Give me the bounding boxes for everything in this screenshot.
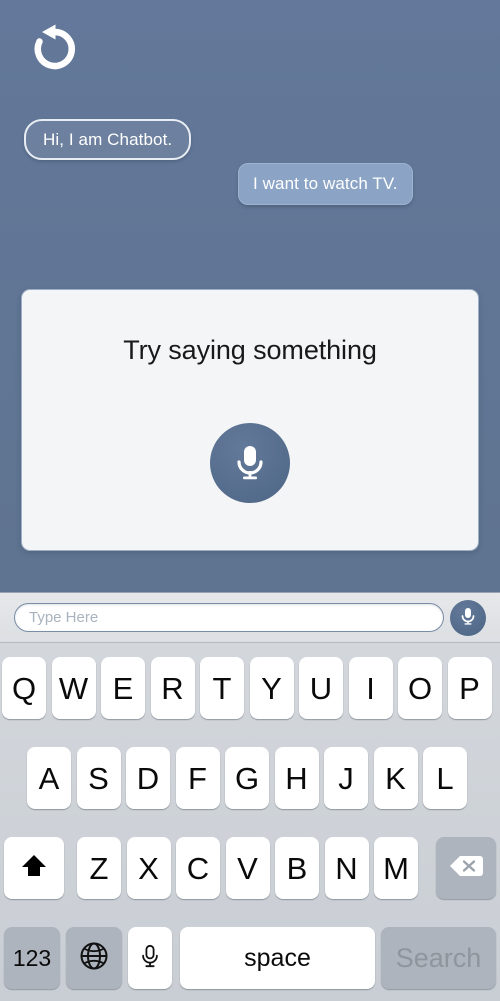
microphone-icon <box>458 605 478 630</box>
key-label: Q <box>11 670 37 706</box>
key-k[interactable]: K <box>373 747 418 809</box>
key-label: Z <box>89 850 109 886</box>
key-s[interactable]: S <box>76 747 121 809</box>
reset-button[interactable] <box>26 20 84 78</box>
key-search-label: Search <box>395 942 482 973</box>
key-d[interactable]: D <box>126 747 170 809</box>
keyboard-row-3: ZXCVBNM <box>0 837 500 899</box>
key-label: E <box>112 670 134 706</box>
keyboard-row-4: 123 space Search <box>0 927 500 989</box>
key-backspace[interactable] <box>436 837 496 899</box>
key-label: M <box>383 850 409 886</box>
globe-icon <box>79 941 109 976</box>
key-label: D <box>136 760 160 796</box>
microphone-icon <box>230 440 270 487</box>
key-label: B <box>286 850 308 886</box>
key-label: F <box>188 760 207 796</box>
key-label: G <box>234 760 260 796</box>
key-y[interactable]: Y <box>249 657 294 719</box>
chat-bubble-user: I want to watch TV. <box>238 163 413 205</box>
chat-bubble-bot: Hi, I am Chatbot. <box>24 119 192 160</box>
key-q[interactable]: Q <box>2 657 46 719</box>
key-numbers[interactable]: 123 <box>4 927 60 989</box>
key-label: I <box>366 670 375 706</box>
key-label: R <box>161 670 184 706</box>
key-label: V <box>237 850 258 886</box>
key-o[interactable]: O <box>398 657 442 719</box>
input-mic-button[interactable] <box>450 599 486 636</box>
key-shift[interactable] <box>4 837 64 899</box>
keyboard-row-2: ASDFGHJKL <box>0 747 500 809</box>
key-v[interactable]: V <box>225 837 270 899</box>
microphone-icon <box>138 941 162 976</box>
key-search[interactable]: Search <box>381 927 496 989</box>
keyboard-row-1: QWERTYUIOP <box>0 657 500 719</box>
key-space-label: space <box>244 943 311 972</box>
key-label: C <box>186 850 210 886</box>
voice-card-mic-button[interactable] <box>210 423 290 503</box>
key-label: X <box>138 850 159 886</box>
key-l[interactable]: L <box>423 747 467 809</box>
key-label: N <box>335 850 358 886</box>
key-label: K <box>385 760 406 796</box>
key-c[interactable]: C <box>176 837 220 899</box>
key-h[interactable]: H <box>274 747 319 809</box>
voice-input-card: Try saying something <box>21 289 479 551</box>
key-w[interactable]: W <box>51 657 96 719</box>
chat-area: Hi, I am Chatbot. I want to watch TV. Tr… <box>0 0 500 592</box>
text-input[interactable] <box>14 603 444 632</box>
key-b[interactable]: B <box>275 837 319 899</box>
key-dictation-mic[interactable] <box>128 927 172 989</box>
key-z[interactable]: Z <box>77 837 121 899</box>
key-j[interactable]: J <box>324 747 368 809</box>
key-e[interactable]: E <box>101 657 145 719</box>
key-label: J <box>338 760 354 796</box>
key-n[interactable]: N <box>324 837 369 899</box>
key-i[interactable]: I <box>348 657 393 719</box>
key-label: H <box>285 760 308 796</box>
key-p[interactable]: P <box>447 657 492 719</box>
key-label: W <box>58 670 89 706</box>
key-r[interactable]: R <box>150 657 195 719</box>
backspace-icon <box>449 853 483 884</box>
key-label: U <box>309 670 333 706</box>
shift-arrow-icon <box>19 851 49 886</box>
key-g[interactable]: G <box>225 747 269 809</box>
keyboard: QWERTYUIOP ASDFGHJKL ZXCVBNM 123 space S… <box>0 642 500 1001</box>
key-label: P <box>459 670 480 706</box>
key-globe[interactable] <box>66 927 122 989</box>
key-x[interactable]: X <box>126 837 171 899</box>
reset-undo-icon <box>26 24 84 81</box>
key-a[interactable]: A <box>27 747 71 809</box>
key-u[interactable]: U <box>299 657 343 719</box>
chat-bubble-user-text: I want to watch TV. <box>253 174 398 193</box>
key-label: T <box>212 670 232 706</box>
chat-bubble-bot-text: Hi, I am Chatbot. <box>43 129 173 149</box>
key-space[interactable]: space <box>180 927 375 989</box>
key-f[interactable]: F <box>175 747 220 809</box>
key-m[interactable]: M <box>374 837 418 899</box>
key-t[interactable]: T <box>200 657 244 719</box>
key-numbers-label: 123 <box>12 944 52 971</box>
key-label: O <box>407 670 433 706</box>
key-label: A <box>38 760 60 796</box>
input-bar <box>0 592 500 642</box>
voice-card-title: Try saying something <box>123 335 377 365</box>
key-label: L <box>436 760 454 796</box>
key-label: Y <box>261 670 282 706</box>
key-label: S <box>88 760 109 796</box>
